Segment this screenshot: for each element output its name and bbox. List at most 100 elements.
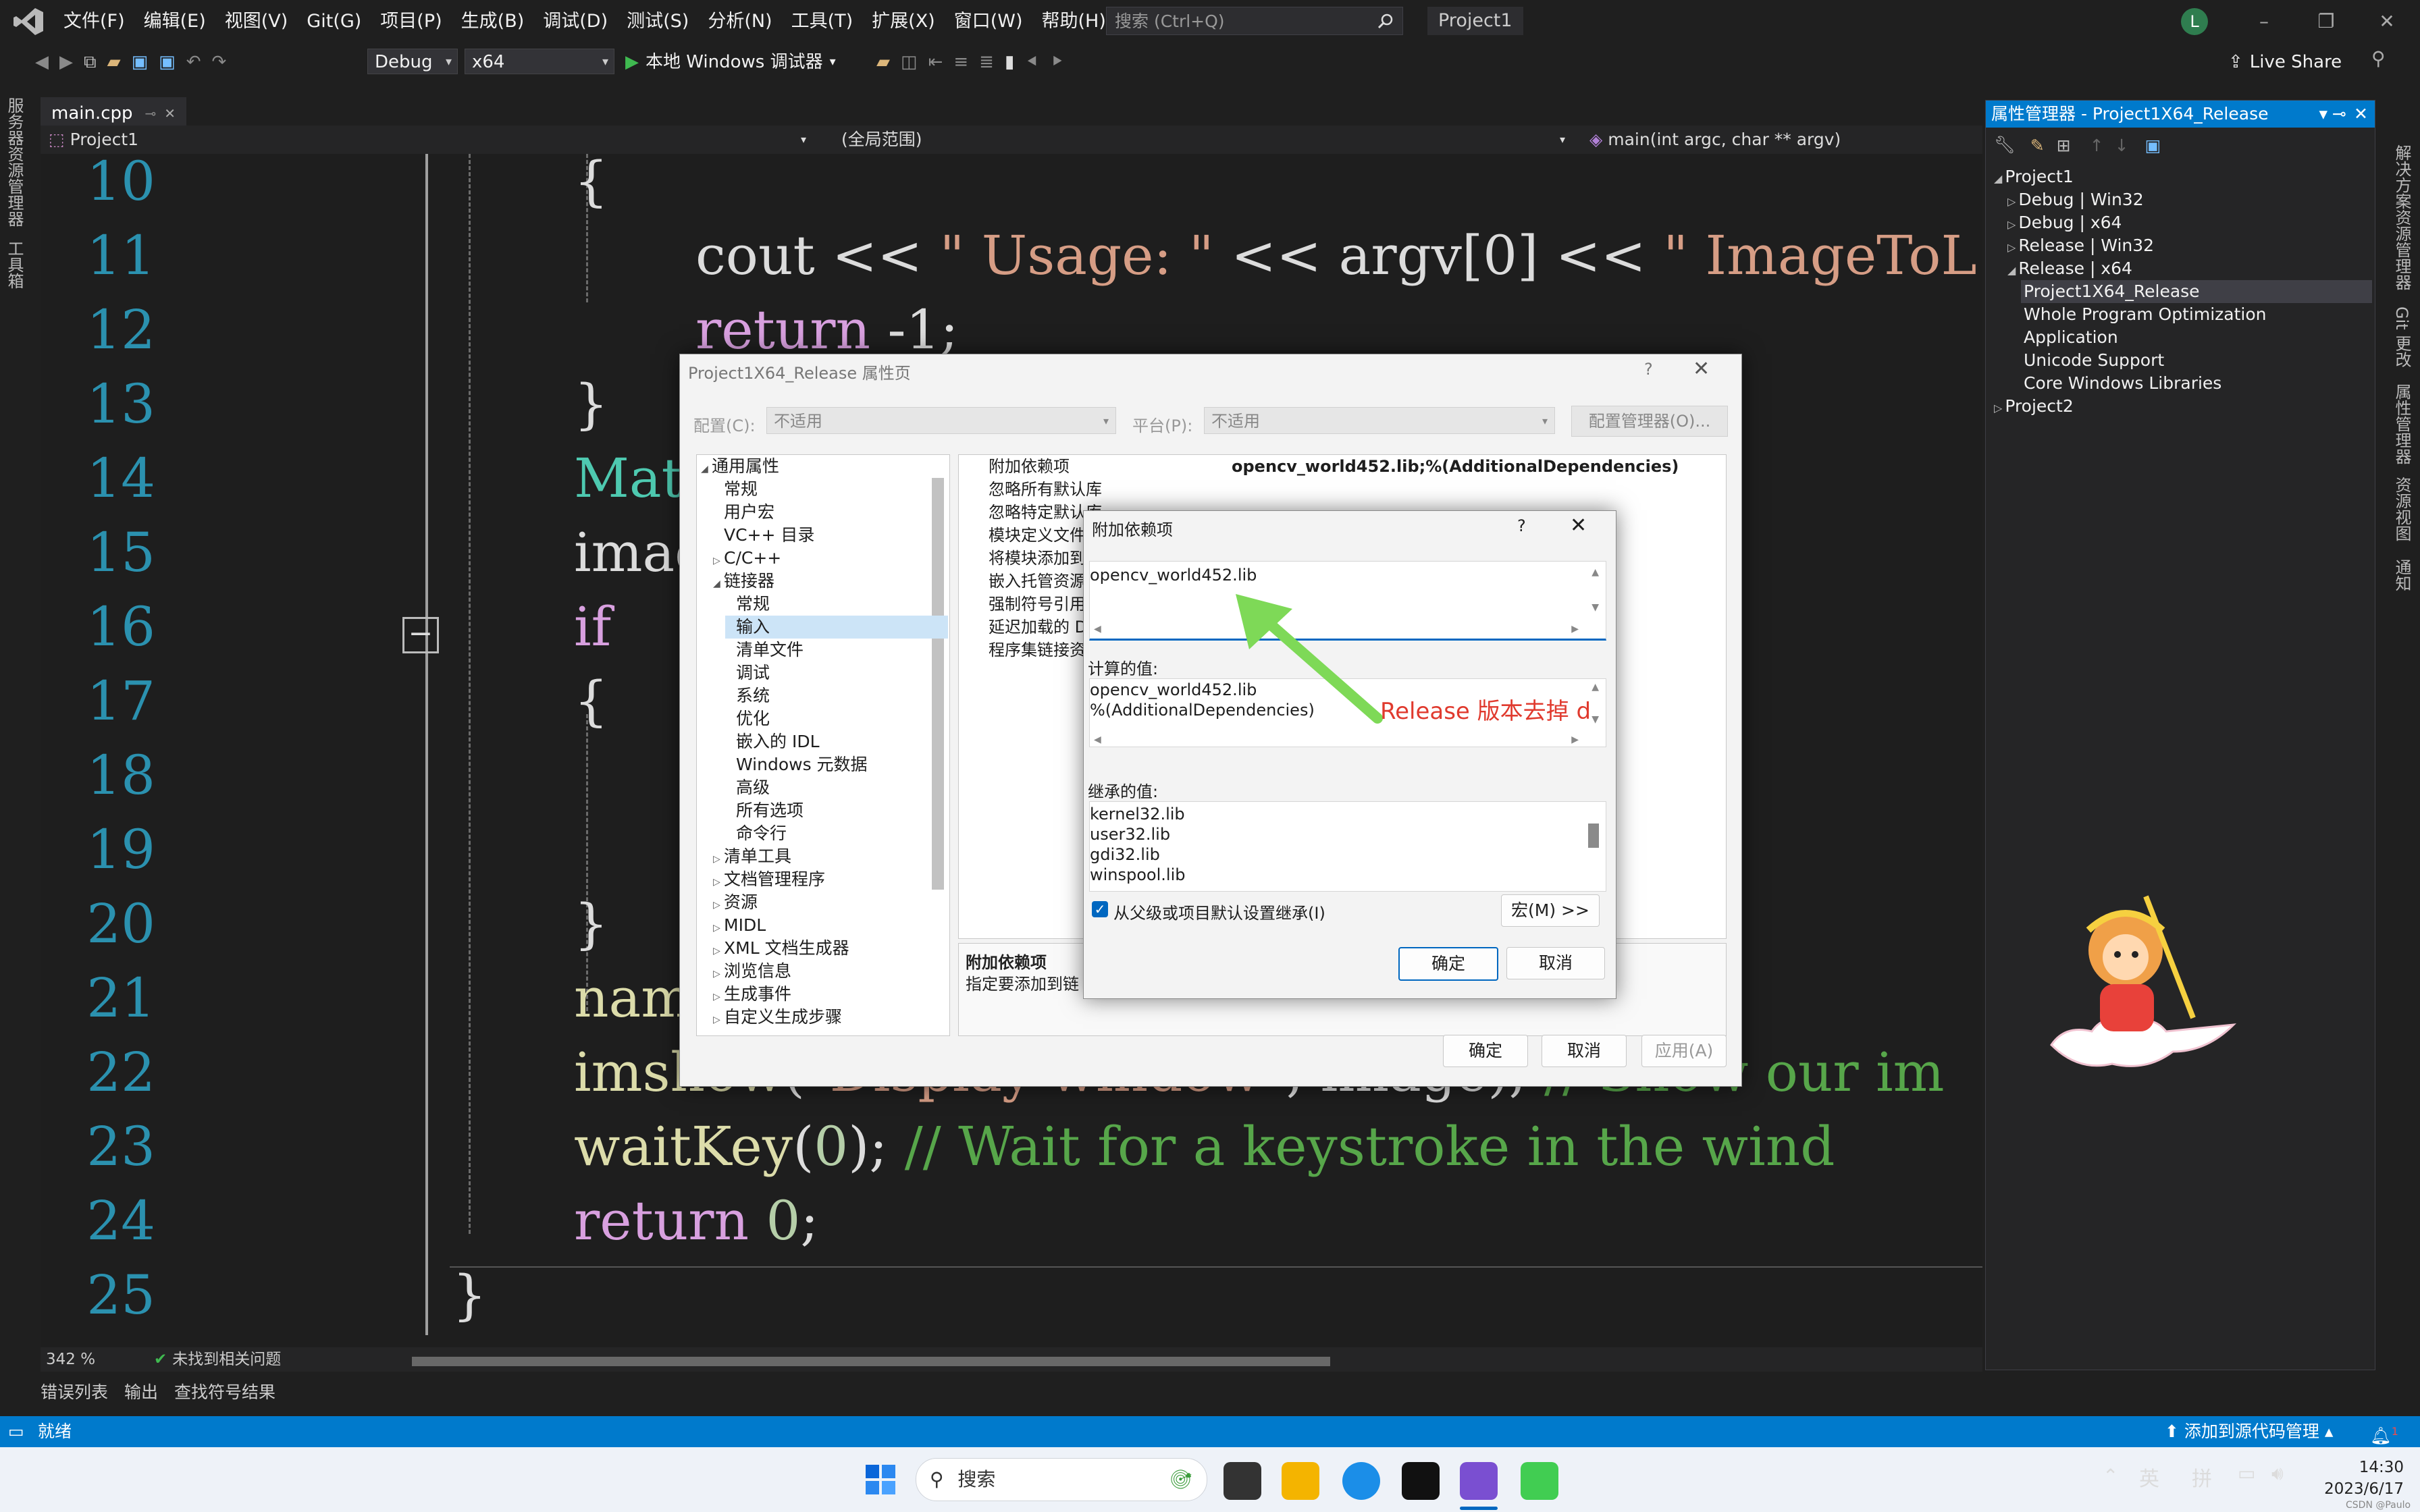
restore-icon[interactable]: ❐ — [2303, 5, 2350, 38]
grid-row-name[interactable]: 忽略所有默认库 — [989, 478, 1102, 501]
help-button[interactable]: ? — [1644, 360, 1653, 379]
member-dropdown[interactable]: ◈ main(int argc, char ** argv) — [1589, 126, 1968, 154]
menu-item[interactable]: Git(G) — [297, 0, 371, 43]
menu-item[interactable]: 扩展(X) — [862, 0, 945, 43]
grid-row-value[interactable]: opencv_world452.lib;%(AdditionalDependen… — [1232, 455, 1679, 478]
clock[interactable]: 14:30 2023/6/17 — [2316, 1457, 2404, 1500]
screenshot-icon[interactable]: ◫ — [895, 52, 923, 72]
close-icon[interactable]: ✕ — [2354, 101, 2368, 128]
live-share-button[interactable]: ⇪ Live Share — [2228, 43, 2342, 81]
expander-icon[interactable]: ◢ — [1994, 172, 2002, 185]
configuration-manager-button[interactable]: 配置管理器(O)... — [1571, 406, 1728, 437]
category-tree-item[interactable]: ◢ 通用属性 — [701, 455, 779, 478]
grid-row-name[interactable]: 延迟加载的 D — [989, 616, 1087, 639]
folder-icon[interactable]: ▰ — [871, 52, 895, 72]
pin-icon[interactable]: ⊸ — [2332, 101, 2346, 128]
category-tree-item[interactable]: ▷ 资源 — [713, 891, 758, 914]
property-tree-item[interactable]: ◢ Release | x64 — [2007, 257, 2132, 280]
volume-icon[interactable]: 🔊︎ — [2271, 1462, 2284, 1485]
apply-button[interactable]: 应用(A) — [1641, 1035, 1727, 1067]
feedback-icon[interactable]: ⚲ — [2371, 47, 2386, 70]
property-tree-item[interactable]: Unicode Support — [2021, 349, 2164, 372]
expander-icon[interactable]: ▷ — [713, 871, 724, 894]
platform-combo[interactable]: 不适用 ▾ — [1204, 407, 1555, 434]
task-view-icon[interactable] — [1224, 1462, 1261, 1500]
save-all-icon[interactable]: ▣ — [153, 52, 181, 72]
forward-icon[interactable]: ▶ — [54, 52, 78, 72]
scroll-up-icon[interactable]: ▲ — [1592, 567, 1599, 578]
move-up-icon[interactable]: ↑ — [2090, 136, 2104, 155]
cancel-button[interactable]: 取消 — [1506, 947, 1605, 979]
toolbox-tab[interactable]: 工具箱 — [3, 240, 26, 289]
comment-icon[interactable]: ≣ — [974, 52, 999, 72]
tab-output[interactable]: 输出 — [124, 1376, 158, 1409]
category-tree-item[interactable]: 常规 — [713, 478, 758, 501]
category-tree-item[interactable]: ▷ C/C++ — [713, 547, 781, 570]
expander-icon[interactable]: ▷ — [713, 848, 724, 871]
macros-button[interactable]: 宏(M) >> — [1501, 894, 1600, 927]
property-tree-item[interactable]: ▷ Debug | x64 — [2007, 211, 2122, 234]
git-changes-tab[interactable]: Git 更改 — [2390, 306, 2414, 367]
inherit-checkbox[interactable]: ✓ — [1092, 901, 1108, 917]
qt-creator-icon[interactable] — [1521, 1462, 1558, 1500]
menu-item[interactable]: 项目(P) — [371, 0, 451, 43]
tree-scrollbar[interactable] — [932, 478, 944, 890]
windows-start-icon[interactable] — [864, 1463, 897, 1496]
category-tree-item[interactable]: ▷ 文档管理程序 — [713, 868, 825, 891]
category-tree-item[interactable]: 嵌入的 IDL — [725, 730, 820, 753]
expander-icon[interactable]: ▷ — [1994, 402, 2002, 414]
terminal-icon[interactable] — [1402, 1462, 1440, 1500]
move-down-icon[interactable]: ↓ — [2115, 136, 2129, 155]
category-tree-item[interactable]: 调试 — [725, 662, 770, 684]
issues-indicator[interactable]: ✔ 未找到相关问题 — [154, 1349, 281, 1370]
search-input[interactable]: 搜索 (Ctrl+Q) — [1106, 7, 1403, 35]
expander-icon[interactable]: ▷ — [713, 963, 724, 986]
project-dropdown[interactable]: ⬚ Project1 ▾ — [49, 126, 812, 154]
config-combo[interactable]: 不适用 ▾ — [766, 407, 1116, 434]
notifications-tab[interactable]: 通知 — [2390, 559, 2414, 591]
menu-item[interactable]: 窗口(W) — [945, 0, 1032, 43]
close-icon[interactable]: ✕ — [1570, 514, 1587, 537]
visual-studio-taskbar-icon[interactable] — [1460, 1462, 1498, 1500]
grid-row-name[interactable]: 嵌入托管资源 — [989, 570, 1086, 593]
add-sheet-icon[interactable]: ✎ — [2030, 136, 2045, 155]
expander-icon[interactable]: ▷ — [713, 1008, 724, 1031]
expander-icon[interactable]: ▷ — [713, 986, 724, 1008]
expander-icon[interactable]: ◢ — [701, 458, 712, 481]
property-tree-item[interactable]: Project1X64_Release — [2021, 280, 2372, 303]
property-tree-item[interactable]: ◢ Project1 — [1994, 165, 2074, 188]
taskbar-search[interactable]: ⚲ 搜索 🎯︎ — [916, 1458, 1207, 1501]
add-source-control-button[interactable]: ⬆ 添加到源代码管理 ▴ — [2165, 1416, 2333, 1447]
expander-icon[interactable]: ▷ — [713, 894, 724, 917]
menu-item[interactable]: 文件(F) — [54, 0, 134, 43]
save-icon[interactable]: ▣ — [2145, 136, 2161, 155]
scroll-right-icon[interactable]: ▶ — [1571, 624, 1579, 634]
grid-row-name[interactable]: 强制符号引用 — [989, 593, 1086, 616]
property-tree-item[interactable]: ▷ Release | Win32 — [2007, 234, 2154, 257]
help-button[interactable]: ? — [1517, 516, 1526, 535]
category-tree-item[interactable]: 系统 — [725, 684, 770, 707]
new-project-icon[interactable]: ⧉ — [78, 52, 102, 73]
category-tree-item[interactable]: 所有选项 — [725, 799, 804, 822]
network-icon[interactable]: ▭ — [2238, 1462, 2255, 1484]
horizontal-scrollbar[interactable] — [412, 1357, 1330, 1366]
category-tree-item[interactable]: 清单文件 — [725, 639, 804, 662]
expander-icon[interactable]: ▷ — [2007, 241, 2016, 254]
category-tree-item[interactable]: 输入 — [725, 616, 948, 639]
bookmark-icon[interactable]: ▮ — [999, 52, 1020, 72]
ime-english[interactable]: 英 — [2139, 1462, 2159, 1492]
vertical-scrollbar[interactable] — [1588, 824, 1599, 848]
menu-item[interactable]: 工具(T) — [782, 0, 863, 43]
property-tree-item[interactable]: ▷ Debug | Win32 — [2007, 188, 2144, 211]
close-icon[interactable]: ✕ — [2363, 5, 2411, 38]
server-explorer-tab[interactable]: 服务器资源管理器 — [3, 97, 26, 227]
menu-item[interactable]: 编辑(E) — [134, 0, 215, 43]
expander-icon[interactable]: ▷ — [713, 549, 724, 572]
category-tree-item[interactable]: ▷ 自定义生成步骤 — [713, 1006, 842, 1029]
start-debugging-button[interactable]: ▶ 本地 Windows 调试器 ▾ — [625, 43, 836, 81]
grid-row-name[interactable]: 将模块添加到 — [989, 547, 1086, 570]
tab-error-list[interactable]: 错误列表 — [41, 1376, 108, 1409]
category-tree-item[interactable]: 高级 — [725, 776, 770, 799]
expander-icon[interactable]: ▷ — [713, 940, 724, 963]
config-select[interactable]: Debug ▾ — [367, 49, 458, 74]
